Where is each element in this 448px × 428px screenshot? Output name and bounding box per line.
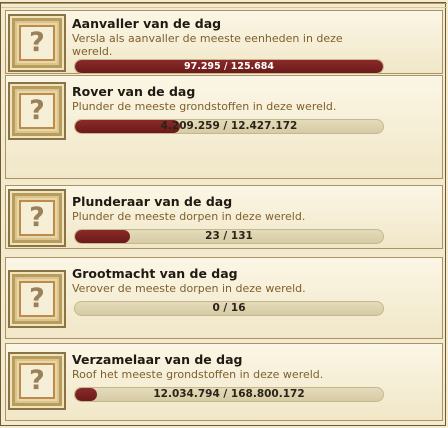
award-badge-icon: ? [8, 352, 66, 410]
award-card-attacker[interactable]: ? Aanvaller van de dag Versla als aanval… [5, 10, 443, 74]
panel-top-border [1, 3, 447, 8]
question-mark-icon: ? [29, 365, 45, 396]
award-badge-frame: ? [19, 200, 55, 236]
award-title: Aanvaller van de dag [72, 16, 222, 31]
question-mark-icon: ? [29, 95, 45, 126]
award-title: Plunderaar van de dag [72, 194, 233, 209]
award-badge-frame: ? [19, 25, 55, 61]
award-card-superpower[interactable]: ? Grootmacht van de dag Verover de meest… [5, 257, 443, 339]
award-badge-frame: ? [19, 363, 55, 399]
award-progress-text: 23 / 131 [205, 230, 253, 242]
award-progress-text: 12.034.794 / 168.800.172 [153, 388, 305, 400]
award-description: Plunder de meeste dorpen in deze wereld. [72, 210, 306, 223]
award-progress-bar: 23 / 131 [74, 229, 384, 244]
award-title: Verzamelaar van de dag [72, 352, 243, 367]
award-progress-bar: 0 / 16 [74, 301, 384, 316]
award-description: Versla als aanvaller de meeste eenheden … [72, 32, 343, 58]
award-description: Verover de meeste dorpen in deze wereld. [72, 282, 306, 295]
award-description: Roof het meeste grondstoffen in deze wer… [72, 368, 324, 381]
award-progress-bar: 4.209.259 / 12.427.172 [74, 119, 384, 134]
award-card-collector[interactable]: ? Verzamelaar van de dag Roof het meeste… [5, 343, 443, 421]
award-description: Plunder de meeste grondstoffen in deze w… [72, 100, 337, 113]
award-progress-bar: 12.034.794 / 168.800.172 [74, 387, 384, 402]
award-progress-text: 4.209.259 / 12.427.172 [160, 120, 298, 132]
award-badge-icon: ? [8, 82, 66, 140]
award-title: Grootmacht van de dag [72, 266, 238, 281]
award-badge-icon: ? [8, 270, 66, 328]
question-mark-icon: ? [29, 27, 45, 58]
award-badge-frame: ? [19, 93, 55, 129]
award-progress-text: 0 / 16 [212, 302, 246, 314]
awards-panel: ? Aanvaller van de dag Versla als aanval… [0, 2, 447, 426]
award-card-plunderer[interactable]: ? Plunderaar van de dag Plunder de meest… [5, 185, 443, 249]
question-mark-icon: ? [29, 283, 45, 314]
award-badge-frame: ? [19, 281, 55, 317]
award-badge-icon: ? [8, 14, 66, 72]
award-progress-text: 97.295 / 125.684 [183, 61, 274, 72]
award-title: Rover van de dag [72, 84, 196, 99]
award-progress-bar: 97.295 / 125.684 [74, 59, 384, 74]
award-card-robber[interactable]: ? Rover van de dag Plunder de meeste gro… [5, 75, 443, 179]
question-mark-icon: ? [29, 202, 45, 233]
award-badge-icon: ? [8, 189, 66, 247]
